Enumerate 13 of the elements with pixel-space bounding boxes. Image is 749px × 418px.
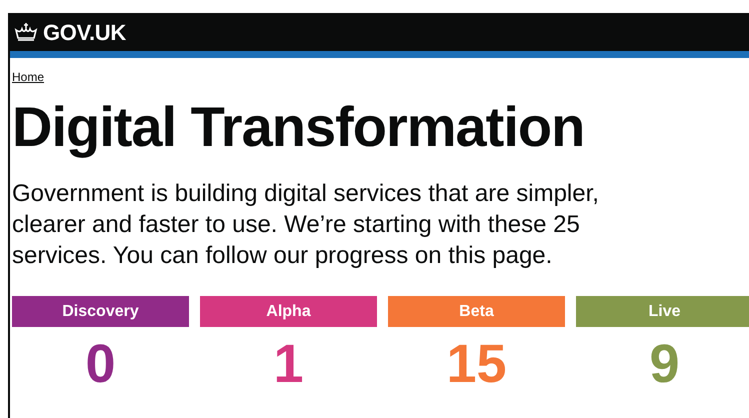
stage-label: Beta	[388, 296, 565, 327]
crown-icon	[13, 22, 39, 42]
page-title: Digital Transformation	[12, 95, 586, 160]
breadcrumb-link[interactable]: Home	[12, 68, 44, 86]
stage-count: 15	[445, 336, 508, 391]
stage-count: 0	[84, 336, 117, 391]
stage-label: Live	[576, 296, 749, 327]
stage-count: 9	[648, 336, 681, 391]
stage-count: 1	[272, 336, 305, 391]
stage-label: Alpha	[200, 296, 377, 327]
stage-label: Discovery	[12, 296, 189, 327]
intro-paragraph: Government is building digital services that are simpler, clearer and faster to use. We’re starting with these 25 services. You can follow our progress on this page.	[12, 179, 600, 271]
logo-link[interactable]: GOV.UK	[43, 16, 126, 48]
